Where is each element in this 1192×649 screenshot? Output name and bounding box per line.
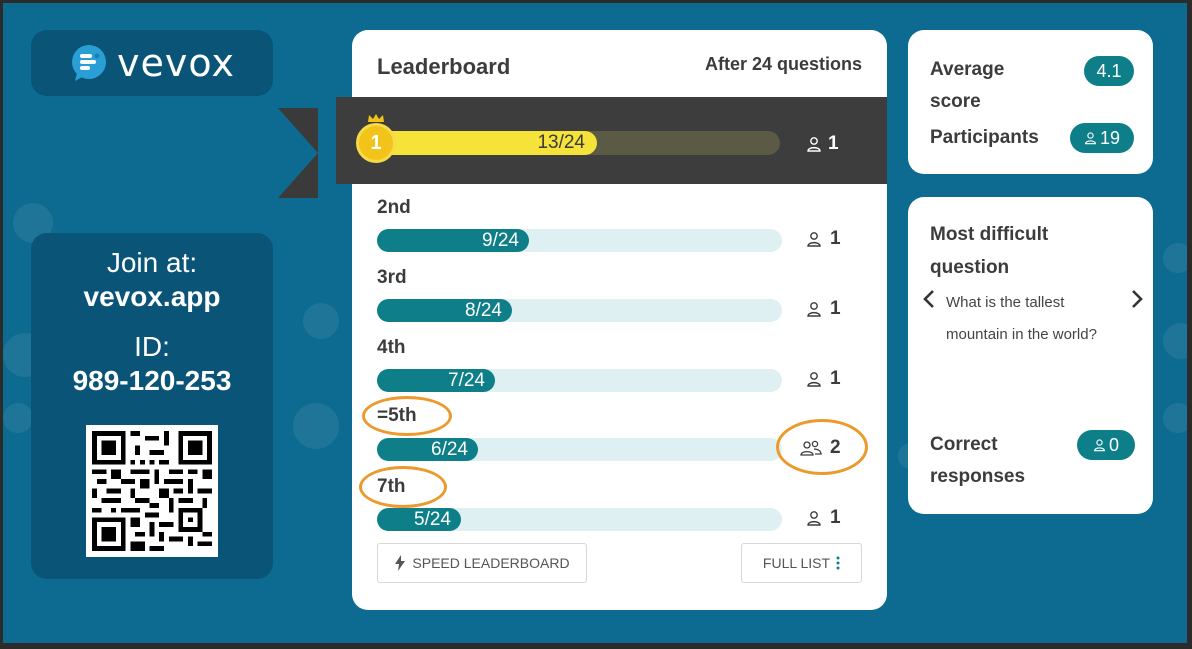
first-place-bar-fill: 13/24 xyxy=(380,131,597,155)
vevox-logo-icon xyxy=(72,45,107,81)
average-score-label-2: score xyxy=(930,91,981,112)
crown-icon xyxy=(368,114,384,122)
score-bar-fill: 5/24 xyxy=(377,508,461,531)
participant-count-value: 1 xyxy=(830,298,841,319)
brand-logo: vevox xyxy=(31,30,273,96)
difficult-title-1: Most difficult xyxy=(930,224,1049,245)
ribbon-tail xyxy=(278,108,318,198)
speed-leaderboard-button[interactable]: SPEED LEADERBOARD xyxy=(377,543,587,583)
bokeh-dot xyxy=(1163,403,1187,433)
highlight-ellipse xyxy=(359,466,447,508)
difficult-question-text: What is the tallest mountain in the worl… xyxy=(946,287,1116,351)
highlight-ellipse xyxy=(776,419,868,475)
correct-responses-label-1: Correct xyxy=(930,434,998,455)
participants-badge: 19 xyxy=(1070,123,1134,153)
average-score-label-1: Average xyxy=(930,59,1005,80)
first-place-bar: 13/24 xyxy=(380,131,780,155)
lightning-icon xyxy=(395,555,406,571)
qr-code-icon xyxy=(92,431,212,551)
chevron-left-icon[interactable] xyxy=(922,289,938,309)
more-vertical-icon xyxy=(836,556,840,570)
first-place-count-value: 1 xyxy=(828,133,839,154)
participant-count: 1 xyxy=(806,298,841,320)
participant-count-value: 1 xyxy=(830,368,841,389)
question-line-1: What is the tallest xyxy=(946,294,1065,311)
participants-value: 19 xyxy=(1099,127,1121,148)
id-label: ID: xyxy=(134,331,170,362)
score-bar-fill: 7/24 xyxy=(377,369,495,392)
person-icon xyxy=(806,371,822,387)
bokeh-dot xyxy=(3,403,33,433)
speed-leaderboard-label: SPEED LEADERBOARD xyxy=(412,555,570,571)
person-icon xyxy=(807,137,821,152)
score-bar: 8/24 xyxy=(377,299,782,322)
score-bar: 5/24 xyxy=(377,508,782,531)
chevron-right-icon[interactable] xyxy=(1128,289,1144,309)
difficult-title-2: question xyxy=(930,257,1010,278)
participants-label: Participants xyxy=(930,127,1039,148)
gold-medal-icon: 1 xyxy=(356,123,396,163)
score-bar: 7/24 xyxy=(377,369,782,392)
person-icon xyxy=(806,231,822,247)
score-bar: 9/24 xyxy=(377,229,782,252)
first-place-count: 1 xyxy=(806,133,839,155)
average-score-badge: 4.1 xyxy=(1084,56,1134,86)
bokeh-dot xyxy=(303,303,339,339)
bokeh-dot xyxy=(1163,323,1187,359)
score-bar-fill: 9/24 xyxy=(377,229,529,252)
rank-label: 3rd xyxy=(377,267,407,288)
average-score-value: 4.1 xyxy=(1096,60,1122,81)
correct-responses-value: 0 xyxy=(1108,434,1119,455)
person-icon xyxy=(806,510,822,526)
rank-label: 2nd xyxy=(377,197,411,218)
score-bar: 6/24 xyxy=(377,438,782,461)
full-list-button[interactable]: FULL LIST xyxy=(741,543,862,583)
person-icon xyxy=(806,301,822,317)
participant-count-value: 1 xyxy=(830,228,841,249)
question-line-2: mountain in the world? xyxy=(946,326,1097,343)
correct-responses-label-2: responses xyxy=(930,466,1026,487)
score-bar-fill: 6/24 xyxy=(377,438,478,461)
first-place-row: 13/24 1 1 xyxy=(336,97,887,184)
participant-count: 1 xyxy=(806,368,841,390)
highlight-ellipse xyxy=(362,396,452,436)
bokeh-dot xyxy=(293,403,339,449)
qr-code xyxy=(86,425,218,557)
leaderboard-subtitle: After 24 questions xyxy=(704,54,862,74)
join-label: Join at: xyxy=(106,247,198,278)
person-icon xyxy=(1094,439,1105,452)
participant-count: 1 xyxy=(806,507,841,529)
difficult-question-card: Most difficult question What is the tall… xyxy=(908,197,1153,514)
person-icon xyxy=(1085,132,1096,145)
brand-name: vevox xyxy=(117,41,235,85)
stats-card: Average score 4.1 Participants 19 xyxy=(908,30,1153,174)
join-panel: Join at: vevox.app ID: 989-120-253 xyxy=(31,233,273,579)
participant-count-value: 1 xyxy=(830,507,841,528)
rank-label: 4th xyxy=(377,337,406,358)
score-bar-fill: 8/24 xyxy=(377,299,512,322)
leaderboard-title: Leaderboard xyxy=(377,54,511,79)
correct-responses-badge: 0 xyxy=(1077,430,1135,460)
participant-count: 1 xyxy=(806,228,841,250)
event-id: 989-120-253 xyxy=(72,365,232,396)
bokeh-dot xyxy=(1163,243,1187,273)
join-url[interactable]: vevox.app xyxy=(31,281,273,313)
full-list-label: FULL LIST xyxy=(762,555,831,571)
